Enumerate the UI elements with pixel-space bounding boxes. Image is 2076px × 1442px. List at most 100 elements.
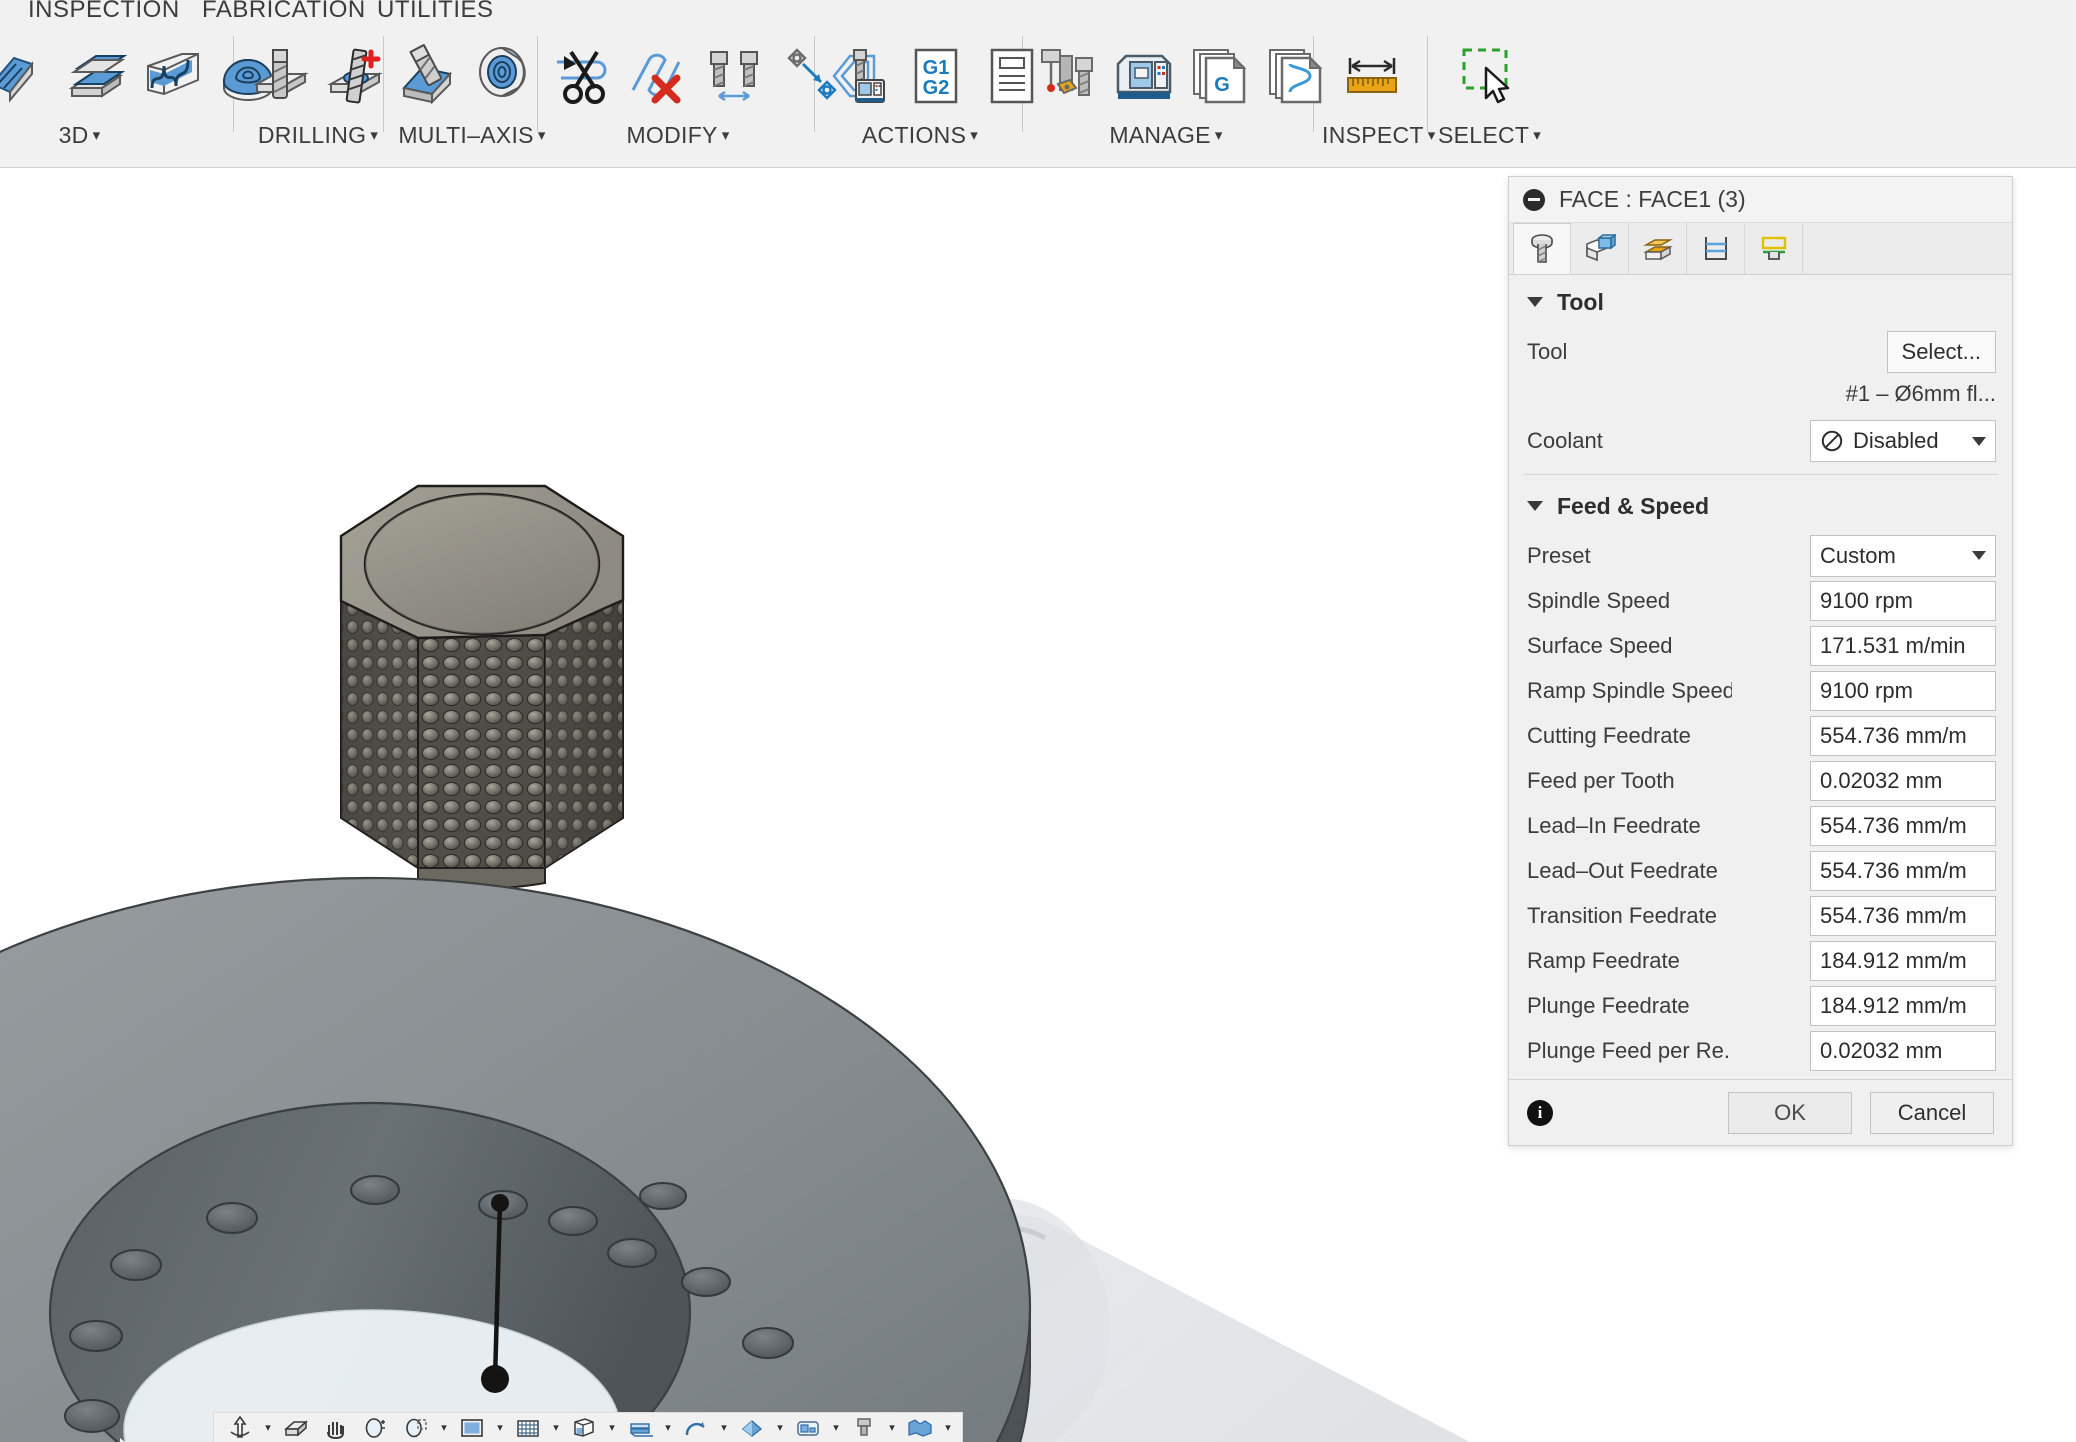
- fit-icon[interactable]: [396, 1414, 436, 1442]
- lead-in-feedrate-input[interactable]: 554.736 mm/m: [1810, 805, 1996, 846]
- group-label-text: DRILLING: [257, 122, 367, 148]
- ribbon-group-label-inspect[interactable]: INSPECT ▾: [1322, 122, 1435, 149]
- tool-select-button[interactable]: Select...: [1886, 330, 1996, 373]
- dialog-title-bar[interactable]: FACE : FACE1 (3): [1509, 177, 2012, 223]
- section-header-feed-speed[interactable]: Feed & Speed: [1509, 479, 2012, 533]
- adaptive-clearing-icon[interactable]: [0, 34, 58, 118]
- pan-icon[interactable]: [316, 1414, 356, 1442]
- chevron-down-icon[interactable]: ▾: [604, 1414, 620, 1442]
- delete-toolpath-icon[interactable]: [621, 34, 697, 118]
- viewports-icon[interactable]: [564, 1414, 604, 1442]
- ribbon-group-label-drilling[interactable]: DRILLING ▾: [243, 122, 393, 149]
- navitem-fit[interactable]: ▾: [396, 1413, 452, 1442]
- simulation-icon[interactable]: [900, 1414, 940, 1442]
- look-at-icon[interactable]: [276, 1414, 316, 1442]
- navitem-pan[interactable]: [316, 1413, 356, 1442]
- cutting-feedrate-input[interactable]: 554.736 mm/m: [1810, 715, 1996, 756]
- navitem-zoom[interactable]: [356, 1413, 396, 1442]
- spindle-speed-input[interactable]: 9100 rpm: [1810, 580, 1996, 621]
- stock-visibility-icon[interactable]: [620, 1414, 660, 1442]
- drill-icon[interactable]: [243, 34, 319, 118]
- parallel-3d-icon[interactable]: [58, 34, 134, 118]
- tool-visibility-icon[interactable]: [844, 1414, 884, 1442]
- tab-passes[interactable]: [1687, 223, 1745, 274]
- chevron-down-icon[interactable]: ▾: [772, 1414, 788, 1442]
- display-settings-icon[interactable]: [452, 1414, 492, 1442]
- ramp-spindle-speed-input[interactable]: 9100 rpm: [1810, 670, 1996, 711]
- chevron-down-icon[interactable]: ▾: [660, 1414, 676, 1442]
- dialog-scrollbar[interactable]: [2006, 275, 2012, 1079]
- tool-change-icon[interactable]: [697, 34, 773, 118]
- ribbon-group-label-manage[interactable]: MANAGE ▾: [1030, 122, 1302, 149]
- post-process-g1g2-icon[interactable]: G1 G2: [898, 34, 974, 118]
- view-navigation-bar: ▾ ▾ ▾ ▾ ▾ ▾ ▾ ▾ ▾ ▾ ▾: [213, 1412, 963, 1442]
- plunge-feed-per-rev-input[interactable]: 0.02032 mm: [1810, 1030, 1996, 1071]
- section-header-tool[interactable]: Tool: [1509, 275, 2012, 329]
- chevron-down-icon[interactable]: ▾: [828, 1414, 844, 1442]
- lead-out-feedrate-input[interactable]: 554.736 mm/m: [1810, 850, 1996, 891]
- navitem-machine-visibility[interactable]: ▾: [732, 1413, 788, 1442]
- swarf-icon[interactable]: [392, 34, 468, 118]
- machine-library-icon[interactable]: [1106, 34, 1182, 118]
- ribbon-group-label-3d[interactable]: 3D ▾: [0, 122, 177, 149]
- post-library-icon[interactable]: G: [1182, 34, 1258, 118]
- navitem-tool-visibility[interactable]: ▾: [844, 1413, 900, 1442]
- tab-heights[interactable]: [1629, 223, 1687, 274]
- divider: [1523, 474, 1998, 475]
- toolpath-visibility-icon[interactable]: [676, 1414, 716, 1442]
- navitem-orbit[interactable]: ▾: [220, 1413, 276, 1442]
- navitem-fixture-visibility[interactable]: ▾: [788, 1413, 844, 1442]
- surface-speed-input[interactable]: 171.531 m/min: [1810, 625, 1996, 666]
- chevron-down-icon: ▾: [1427, 127, 1436, 144]
- tab-tool[interactable]: [1513, 223, 1571, 274]
- chevron-down-icon[interactable]: ▾: [940, 1414, 956, 1442]
- orbit-icon[interactable]: [220, 1414, 260, 1442]
- preset-select[interactable]: Custom: [1810, 534, 1996, 577]
- ribbon-group-label-select[interactable]: SELECT ▾: [1438, 122, 1541, 149]
- navitem-viewports[interactable]: ▾: [564, 1413, 620, 1442]
- collapse-icon[interactable]: [1523, 188, 1545, 211]
- ribbon-group-label-actions[interactable]: ACTIONS ▾: [822, 122, 1018, 149]
- zoom-icon[interactable]: [356, 1414, 396, 1442]
- transition-feedrate-input[interactable]: 554.736 mm/m: [1810, 895, 1996, 936]
- ribbon-group-modify: MODIFY ▾: [545, 30, 837, 168]
- ok-button[interactable]: OK: [1728, 1091, 1852, 1134]
- ramp-feedrate-input[interactable]: 184.912 mm/m: [1810, 940, 1996, 981]
- bore-add-icon[interactable]: [319, 34, 395, 118]
- tool-library-icon[interactable]: [1030, 34, 1106, 118]
- contour-3d-icon[interactable]: [134, 34, 210, 118]
- multi-axis-contour-icon[interactable]: [468, 34, 544, 118]
- tab-linking[interactable]: [1745, 223, 1803, 274]
- chevron-down-icon[interactable]: ▾: [884, 1414, 900, 1442]
- simulate-icon[interactable]: [822, 34, 898, 118]
- navitem-look-at[interactable]: [276, 1413, 316, 1442]
- measure-icon[interactable]: [1334, 34, 1410, 118]
- ribbon-tab-utilities[interactable]: UTILITIES: [377, 0, 494, 24]
- feed-per-tooth-input[interactable]: 0.02032 mm: [1810, 760, 1996, 801]
- machine-visibility-icon[interactable]: [732, 1414, 772, 1442]
- navitem-simulation[interactable]: ▾: [900, 1413, 956, 1442]
- chevron-down-icon[interactable]: ▾: [716, 1414, 732, 1442]
- fixture-visibility-icon[interactable]: [788, 1414, 828, 1442]
- grid-snaps-icon[interactable]: [508, 1414, 548, 1442]
- ribbon-group-label-modify[interactable]: MODIFY ▾: [545, 122, 811, 149]
- navitem-toolpath-visibility[interactable]: ▾: [676, 1413, 732, 1442]
- selection-filter-icon[interactable]: [1450, 34, 1526, 118]
- group-label-text: MULTI–AXIS: [398, 122, 534, 148]
- navitem-grid-snaps[interactable]: ▾: [508, 1413, 564, 1442]
- chevron-down-icon[interactable]: ▾: [548, 1414, 564, 1442]
- cancel-button[interactable]: Cancel: [1870, 1091, 1994, 1134]
- navitem-display-settings[interactable]: ▾: [452, 1413, 508, 1442]
- navitem-stock-visibility[interactable]: ▾: [620, 1413, 676, 1442]
- chevron-down-icon[interactable]: ▾: [492, 1414, 508, 1442]
- info-icon[interactable]: i: [1527, 1099, 1553, 1126]
- ribbon-tab-inspection[interactable]: INSPECTION: [28, 0, 180, 24]
- chevron-down-icon[interactable]: ▾: [436, 1414, 452, 1442]
- plunge-feedrate-input[interactable]: 184.912 mm/m: [1810, 985, 1996, 1026]
- tab-geometry[interactable]: [1571, 223, 1629, 274]
- chevron-down-icon[interactable]: ▾: [260, 1414, 276, 1442]
- coolant-select[interactable]: Disabled: [1810, 420, 1996, 462]
- ribbon-group-label-multi-axis[interactable]: MULTI–AXIS ▾: [392, 122, 552, 149]
- trim-toolpath-icon[interactable]: [545, 34, 621, 118]
- ribbon-tab-fabrication[interactable]: FABRICATION: [202, 0, 366, 24]
